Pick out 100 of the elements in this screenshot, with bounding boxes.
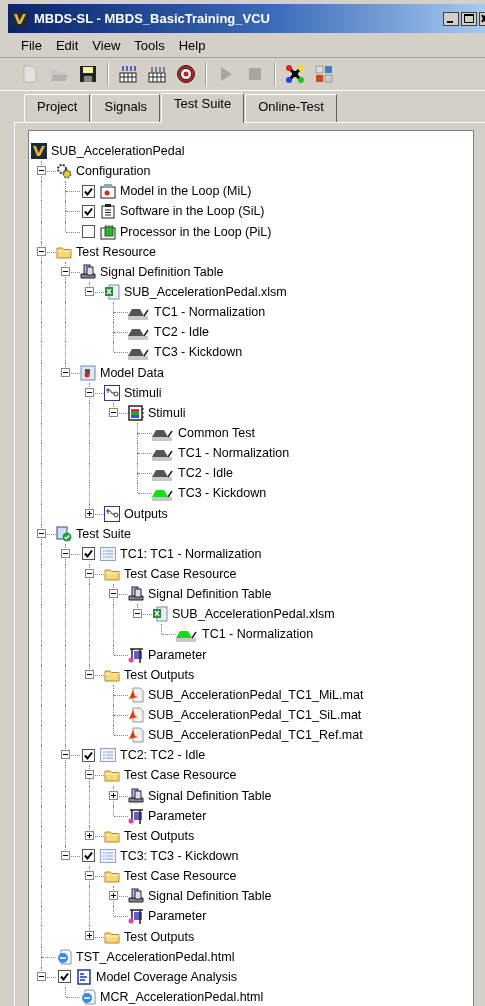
node-graph-icon[interactable] (285, 64, 305, 84)
maximize-icon[interactable] (461, 11, 477, 26)
gear-icon (56, 163, 72, 180)
tree-item[interactable]: Parameter (148, 808, 207, 823)
collapse-toggle[interactable] (61, 548, 70, 558)
tree-item[interactable]: Signal Definition Table (100, 264, 224, 279)
expand-toggle[interactable] (109, 891, 118, 901)
tree-item[interactable]: Test Case Resource (124, 869, 237, 884)
collapse-toggle[interactable] (61, 266, 70, 276)
tree-item[interactable]: Test Outputs (124, 929, 195, 944)
expand-toggle[interactable] (109, 790, 118, 800)
tree-item[interactable]: TC1 - Normalization (202, 627, 314, 642)
menu-item[interactable]: Tools (127, 37, 172, 53)
tree-item[interactable]: Model Coverage Analysis (96, 969, 238, 984)
tree-item[interactable]: TC2: TC2 - Idle (120, 748, 206, 763)
tree-item[interactable]: Signal Definition Table (148, 788, 272, 803)
table-import-icon[interactable] (118, 64, 138, 84)
tree-item[interactable]: SUB_AccelerationPedal_TC1_MiL.mat (148, 687, 364, 702)
collapse-toggle[interactable] (85, 770, 94, 780)
menu-item[interactable]: View (85, 37, 128, 53)
tree-item[interactable]: Test Resource (76, 244, 156, 259)
menu-item[interactable]: Help (171, 37, 213, 53)
tree-item[interactable]: TC1: TC1 - Normalization (120, 546, 262, 561)
tree-item[interactable]: SUB_AccelerationPedal_TC1_SiL.mat (148, 708, 362, 722)
tree-item[interactable]: Common Test (178, 426, 255, 441)
tree-item[interactable]: SUB_AccelerationPedal (51, 144, 185, 159)
document-stack-icon (128, 586, 144, 603)
tree-item[interactable]: Outputs (124, 506, 168, 521)
tree-item[interactable]: TC3: TC3 - Kickdown (120, 849, 239, 863)
checkbox[interactable] (82, 205, 95, 218)
collapse-toggle[interactable] (61, 850, 70, 860)
tree-item[interactable]: TC2 - Idle (178, 466, 233, 481)
logo-icon (31, 143, 47, 160)
tree-item[interactable]: Test Case Resource (124, 567, 237, 581)
tree-item[interactable]: Signal Definition Table (148, 889, 272, 904)
collapse-toggle[interactable] (37, 971, 46, 981)
minimize-icon[interactable] (443, 11, 459, 26)
collapse-toggle[interactable] (61, 750, 70, 760)
checkbox[interactable] (82, 849, 95, 863)
checkbox[interactable] (82, 184, 95, 198)
tree-item[interactable]: TC1 - Normalization (178, 446, 290, 461)
collapse-toggle[interactable] (85, 871, 94, 881)
checkbox[interactable] (82, 225, 95, 239)
tree-item[interactable]: Processor in the Loop (PiL) (120, 224, 272, 239)
collapse-toggle[interactable] (37, 246, 46, 256)
tree-item[interactable]: TC1 - Normalization (154, 305, 266, 320)
tree-item[interactable]: SUB_AccelerationPedal_TC1_Ref.mat (148, 728, 363, 743)
expand-toggle[interactable] (85, 931, 94, 941)
tree-item[interactable]: MCR_AccelerationPedal.html (100, 989, 264, 1004)
collapse-toggle[interactable] (109, 589, 118, 599)
tree-item[interactable]: Stimuli (124, 385, 162, 400)
tree-item[interactable]: Parameter (148, 647, 207, 662)
collapse-toggle[interactable] (85, 287, 94, 296)
tree-item[interactable]: Model in the Loop (MiL) (120, 184, 252, 199)
tree-item[interactable]: TC3 - Kickdown (154, 345, 243, 360)
collapse-toggle[interactable] (61, 367, 70, 377)
collapse-toggle[interactable] (37, 528, 46, 538)
tree-item[interactable]: Signal Definition Table (148, 587, 272, 602)
tree-item[interactable]: TST_AccelerationPedal.html (76, 949, 235, 964)
tree-item[interactable]: SUB_AccelerationPedal.xlsm (172, 607, 335, 622)
collapse-toggle[interactable] (85, 568, 94, 578)
document-stack-icon (128, 787, 144, 804)
tab[interactable]: Project (24, 94, 91, 122)
expand-toggle[interactable] (85, 830, 94, 840)
model-icon (100, 183, 116, 200)
tree-item[interactable]: Model Data (100, 365, 164, 380)
tab[interactable]: Online-Test (245, 94, 337, 122)
tree-item[interactable]: Test Case Resource (124, 768, 237, 783)
collapse-toggle[interactable] (133, 609, 142, 619)
menu-item[interactable]: Edit (48, 37, 86, 53)
tree-item[interactable]: Software in the Loop (SiL) (120, 204, 265, 219)
tree-item[interactable]: Test Outputs (124, 828, 195, 843)
tree-item[interactable]: SUB_AccelerationPedal.xlsm (124, 285, 287, 300)
checkbox[interactable] (58, 970, 71, 984)
tree-item[interactable]: Stimuli (148, 405, 186, 420)
tab[interactable]: Test Suite (161, 93, 245, 123)
checkbox[interactable] (82, 547, 95, 561)
layout-icon[interactable] (314, 64, 334, 84)
list-icon (100, 545, 116, 562)
tree-item[interactable]: Parameter (148, 909, 207, 924)
expand-toggle[interactable] (85, 508, 94, 518)
menu-item[interactable]: File (14, 37, 49, 53)
collapse-toggle[interactable] (85, 669, 94, 679)
tree-item[interactable]: Test Suite (76, 526, 131, 541)
tab[interactable]: Signals (91, 94, 161, 122)
collapse-toggle[interactable] (37, 166, 46, 176)
parameter-icon (128, 908, 144, 925)
collapse-toggle[interactable] (85, 387, 94, 397)
tree-item[interactable]: Test Outputs (124, 667, 195, 682)
collapse-toggle[interactable] (109, 407, 118, 417)
block-diagram-icon (104, 505, 120, 522)
tree-item[interactable]: Configuration (76, 164, 151, 179)
close-icon[interactable] (479, 11, 485, 26)
parameter-icon (128, 646, 144, 663)
checkbox[interactable] (82, 748, 95, 762)
save-icon[interactable] (78, 64, 98, 84)
tree-item[interactable]: TC3 - Kickdown (178, 486, 267, 501)
target-icon[interactable] (176, 64, 196, 84)
tree-item[interactable]: TC2 - Idle (154, 325, 209, 340)
table-export-icon[interactable] (147, 64, 167, 84)
